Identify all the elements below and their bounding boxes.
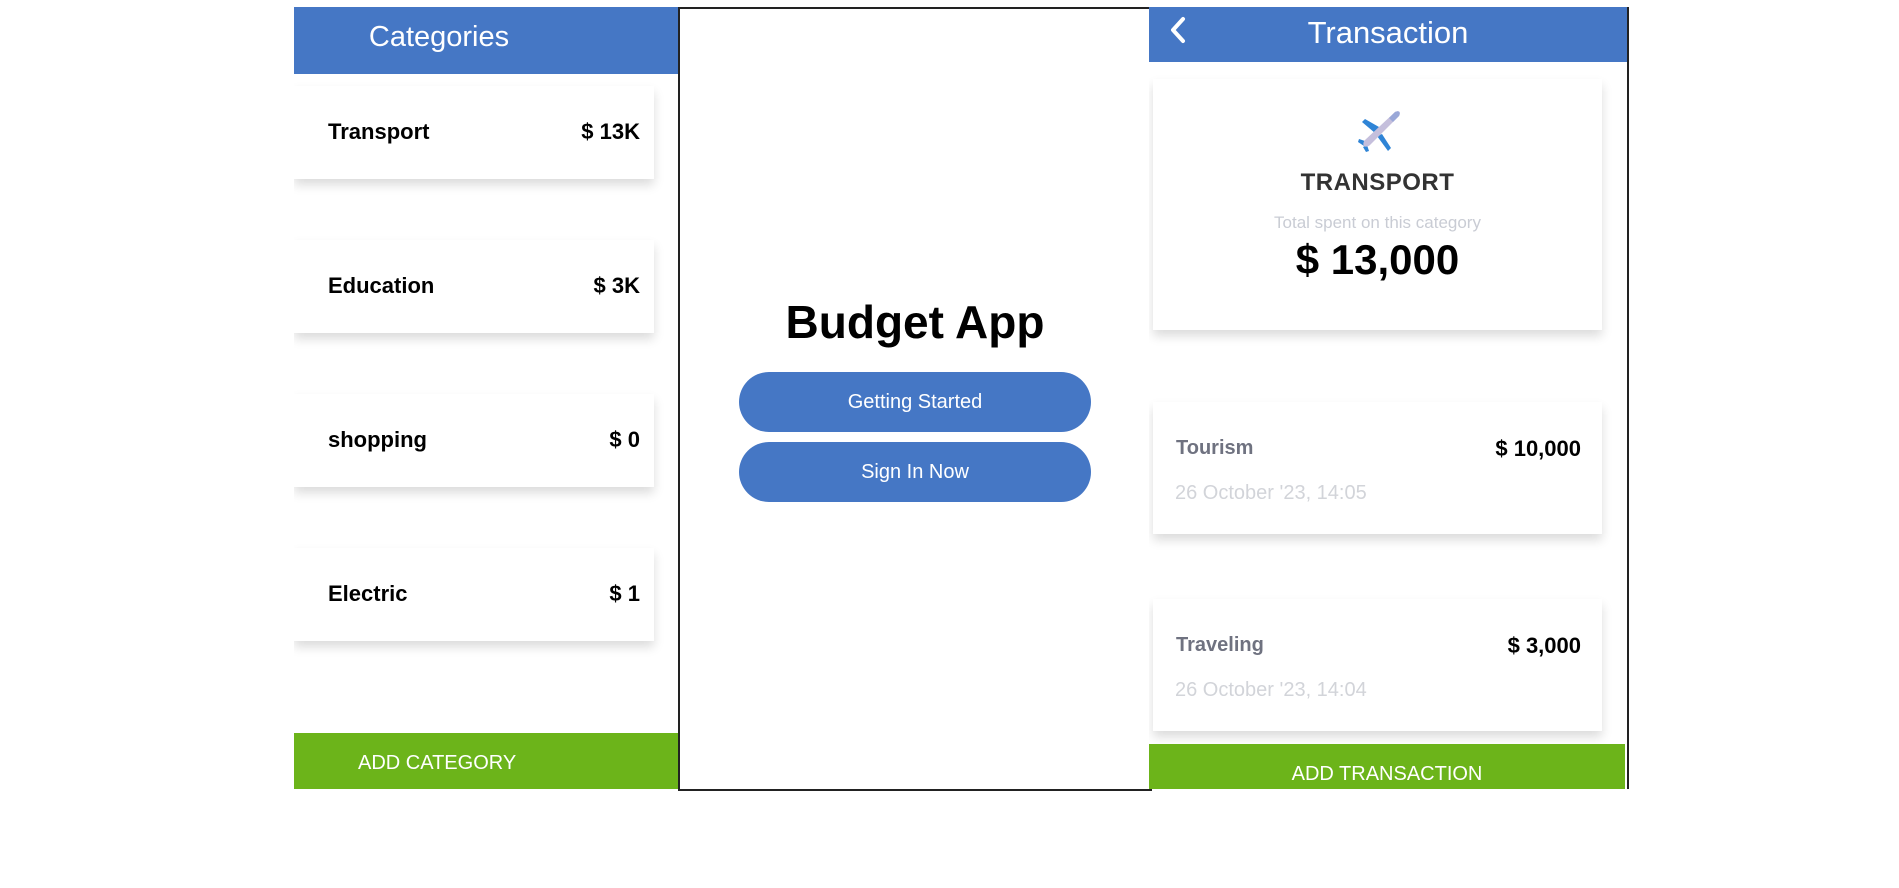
- add-transaction-button[interactable]: ADD TRANSACTION: [1149, 744, 1625, 789]
- page-title: Transaction: [1307, 15, 1469, 50]
- transaction-header: Transaction: [1149, 7, 1627, 62]
- transaction-card[interactable]: Traveling $ 3,000 26 October '23, 14:04: [1153, 599, 1602, 731]
- category-card[interactable]: Electric $ 1: [294, 548, 654, 641]
- add-category-label: ADD CATEGORY: [358, 752, 517, 774]
- getting-started-button[interactable]: Getting Started: [739, 372, 1091, 432]
- transaction-amount: $ 10,000: [1495, 436, 1581, 461]
- category-amount: $ 13K: [581, 119, 640, 144]
- total-spent-amount: $ 13,000: [1295, 236, 1460, 283]
- categories-header: Categories: [294, 7, 679, 74]
- transaction-name: Tourism: [1176, 437, 1254, 459]
- welcome-screen: Budget App Getting Started Sign In Now: [678, 7, 1152, 791]
- page-title: Categories: [368, 21, 510, 53]
- app-title: Budget App: [785, 296, 1045, 348]
- category-amount: $ 1: [609, 581, 640, 606]
- sign-in-button[interactable]: Sign In Now: [739, 442, 1091, 502]
- category-card[interactable]: Transport $ 13K: [294, 86, 654, 179]
- categories-screen: Categories Transport $ 13K Education $ 3…: [294, 7, 679, 789]
- transaction-date: 26 October '23, 14:05: [1175, 482, 1367, 504]
- category-name: Electric: [328, 581, 408, 606]
- category-name: Transport: [328, 119, 430, 144]
- category-name: shopping: [328, 427, 427, 452]
- transaction-name: Traveling: [1176, 634, 1264, 656]
- transaction-screen: Transaction TRANSPORT Total spent on thi…: [1149, 7, 1629, 789]
- total-spent-label: Total spent on this category: [1274, 213, 1481, 232]
- category-summary-card: TRANSPORT Total spent on this category $…: [1153, 79, 1602, 330]
- category-card[interactable]: shopping $ 0: [294, 394, 654, 487]
- category-amount: $ 0: [609, 427, 640, 452]
- add-transaction-label: ADD TRANSACTION: [1291, 763, 1483, 785]
- category-name: Education: [328, 273, 435, 298]
- add-category-button[interactable]: ADD CATEGORY: [294, 733, 679, 789]
- transaction-date: 26 October '23, 14:04: [1175, 679, 1367, 701]
- category-card[interactable]: Education $ 3K: [294, 240, 654, 333]
- airplane-icon: [1353, 105, 1405, 157]
- transaction-amount: $ 3,000: [1507, 633, 1581, 658]
- app-screens-canvas: Categories Transport $ 13K Education $ 3…: [0, 0, 1899, 888]
- category-amount: $ 3K: [593, 273, 640, 298]
- category-title: TRANSPORT: [1300, 169, 1455, 196]
- transaction-card[interactable]: Tourism $ 10,000 26 October '23, 14:05: [1153, 402, 1602, 534]
